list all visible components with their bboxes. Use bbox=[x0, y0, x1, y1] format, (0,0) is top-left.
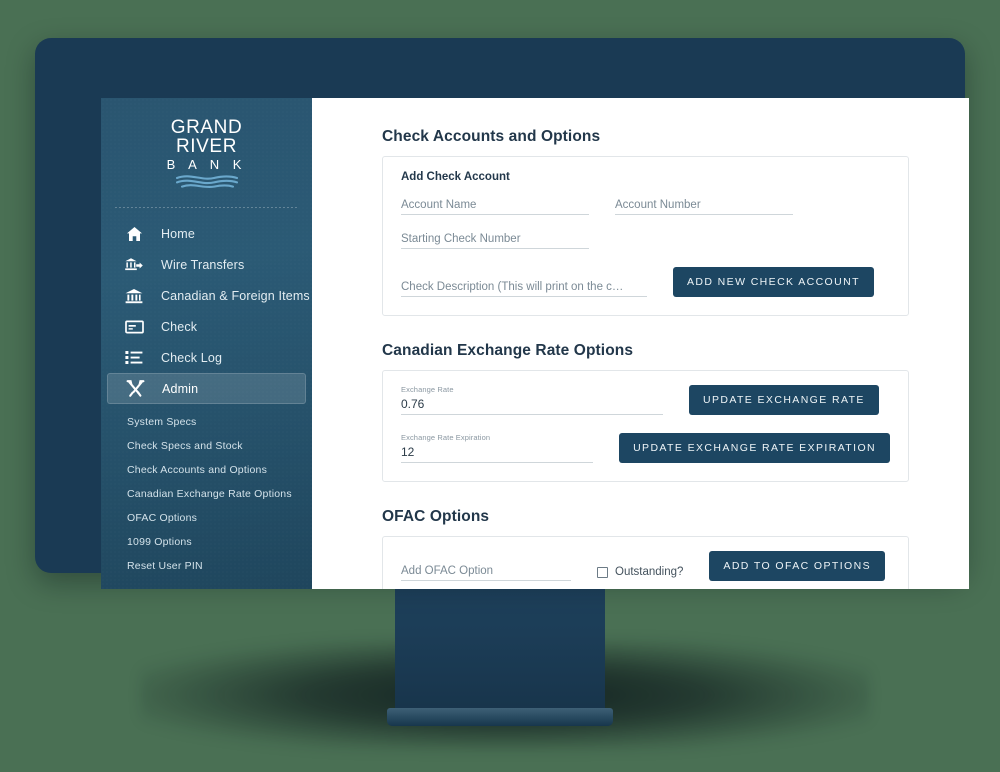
sidebar-item-label: Canadian & Foreign Items bbox=[161, 288, 310, 303]
bank-transfer-icon bbox=[123, 255, 145, 275]
sidebar-item-label: Wire Transfers bbox=[161, 257, 245, 272]
exchange-rate-expiration-input[interactable]: Exchange Rate Expiration 12 bbox=[401, 433, 594, 463]
starting-check-number-placeholder: Starting Check Number bbox=[401, 233, 521, 245]
sidebar-nav: Home Wire Transfers Canadian & Foreign I… bbox=[101, 214, 312, 404]
sidebar-subitem-reset-user-pin[interactable]: Reset User PIN bbox=[101, 554, 312, 578]
exchange-rate-card: Exchange Rate 0.76 UPDATE EXCHANGE RATE … bbox=[382, 370, 909, 482]
update-exchange-rate-button[interactable]: UPDATE EXCHANGE RATE bbox=[689, 385, 879, 415]
check-description-input[interactable]: Check Description (This will print on th… bbox=[401, 281, 647, 297]
sidebar-subnav: System Specs Check Specs and Stock Check… bbox=[101, 404, 312, 578]
check-card-icon bbox=[123, 317, 145, 337]
add-check-account-card: Add Check Account Account Name Account N… bbox=[382, 156, 909, 316]
check-account-row-1: Account Name Account Number bbox=[401, 199, 890, 215]
exchange-rate-value: 0.76 bbox=[401, 397, 425, 411]
add-new-check-account-button[interactable]: ADD NEW CHECK ACCOUNT bbox=[673, 267, 874, 297]
sidebar-item-check-log[interactable]: Check Log bbox=[107, 342, 306, 373]
monitor-scene: GRAND RIVER B A N K Home Wire Transfers … bbox=[0, 0, 1000, 772]
check-description-placeholder: Check Description (This will print on th… bbox=[401, 281, 624, 293]
exchange-rate-input[interactable]: Exchange Rate 0.76 bbox=[401, 385, 663, 415]
brand-logo[interactable]: GRAND RIVER B A N K bbox=[101, 98, 312, 203]
sidebar-item-canadian-foreign-items[interactable]: Canadian & Foreign Items bbox=[107, 280, 310, 311]
sidebar-subitem-system-specs[interactable]: System Specs bbox=[101, 410, 312, 434]
monitor-stand-base bbox=[387, 708, 613, 726]
exchange-rate-expiration-value: 12 bbox=[401, 445, 415, 459]
add-ofac-option-placeholder: Add OFAC Option bbox=[401, 565, 494, 577]
account-name-input[interactable]: Account Name bbox=[401, 199, 589, 215]
sidebar-item-label: Check Log bbox=[161, 350, 223, 365]
page-title-ofac: OFAC Options bbox=[382, 508, 490, 525]
exchange-rate-label: Exchange Rate bbox=[401, 385, 454, 394]
sidebar-subitem-canadian-exchange-rate-options[interactable]: Canadian Exchange Rate Options bbox=[101, 482, 312, 506]
sidebar: GRAND RIVER B A N K Home Wire Transfers … bbox=[101, 98, 312, 589]
sidebar-item-admin[interactable]: Admin bbox=[107, 373, 306, 404]
list-icon bbox=[123, 348, 145, 368]
sidebar-item-label: Home bbox=[161, 226, 195, 241]
bank-icon bbox=[123, 286, 145, 306]
sidebar-divider bbox=[115, 207, 298, 208]
page-title-check-accounts: Check Accounts and Options bbox=[382, 128, 601, 145]
sidebar-item-check[interactable]: Check bbox=[107, 311, 306, 342]
monitor-screen: GRAND RIVER B A N K Home Wire Transfers … bbox=[101, 98, 969, 589]
account-name-placeholder: Account Name bbox=[401, 199, 477, 211]
account-number-input[interactable]: Account Number bbox=[615, 199, 793, 215]
sidebar-item-home[interactable]: Home bbox=[107, 218, 306, 249]
exchange-rate-expiration-row: Exchange Rate Expiration 12 UPDATE EXCHA… bbox=[401, 433, 890, 463]
exchange-rate-row: Exchange Rate 0.76 UPDATE EXCHANGE RATE bbox=[401, 385, 890, 415]
exchange-rate-expiration-label: Exchange Rate Expiration bbox=[401, 433, 491, 442]
check-account-row-3: Check Description (This will print on th… bbox=[401, 267, 890, 297]
checkbox-box-icon bbox=[597, 566, 608, 578]
ofac-options-card: Add OFAC Option Outstanding? ADD TO OFAC… bbox=[382, 536, 909, 589]
sidebar-subitem-check-specs-and-stock[interactable]: Check Specs and Stock bbox=[101, 434, 312, 458]
tools-icon bbox=[124, 379, 146, 399]
logo-line-3: B A N K bbox=[166, 156, 247, 172]
outstanding-checkbox-label: Outstanding? bbox=[615, 566, 684, 578]
outstanding-checkbox[interactable]: Outstanding? bbox=[597, 566, 683, 581]
sidebar-item-label: Admin bbox=[162, 381, 199, 396]
update-exchange-rate-expiration-button[interactable]: UPDATE EXCHANGE RATE EXPIRATION bbox=[619, 433, 890, 463]
add-to-ofac-options-button[interactable]: ADD TO OFAC OPTIONS bbox=[709, 551, 885, 581]
home-icon bbox=[123, 224, 145, 244]
logo-line-2: RIVER bbox=[175, 136, 238, 158]
sidebar-item-label: Check bbox=[161, 319, 198, 334]
sidebar-subitem-check-accounts-and-options[interactable]: Check Accounts and Options bbox=[101, 458, 312, 482]
starting-check-number-input[interactable]: Starting Check Number bbox=[401, 233, 589, 249]
logo-wave-icon bbox=[175, 175, 238, 189]
sidebar-subitem-ofac-options[interactable]: OFAC Options bbox=[101, 506, 312, 530]
check-account-row-2: Starting Check Number bbox=[401, 233, 890, 249]
monitor-bezel: GRAND RIVER B A N K Home Wire Transfers … bbox=[35, 38, 969, 589]
page-title-exchange-rate: Canadian Exchange Rate Options bbox=[382, 342, 634, 359]
add-check-account-title: Add Check Account bbox=[401, 171, 510, 183]
logo-line-1: GRAND bbox=[170, 117, 243, 138]
main-content: Check Accounts and Options Add Check Acc… bbox=[312, 98, 969, 589]
add-ofac-option-input[interactable]: Add OFAC Option bbox=[401, 565, 571, 581]
ofac-row-1: Add OFAC Option Outstanding? ADD TO OFAC… bbox=[401, 551, 890, 581]
sidebar-item-wire-transfers[interactable]: Wire Transfers bbox=[107, 249, 306, 280]
sidebar-subitem-1099-options[interactable]: 1099 Options bbox=[101, 530, 312, 554]
account-number-placeholder: Account Number bbox=[615, 199, 701, 211]
